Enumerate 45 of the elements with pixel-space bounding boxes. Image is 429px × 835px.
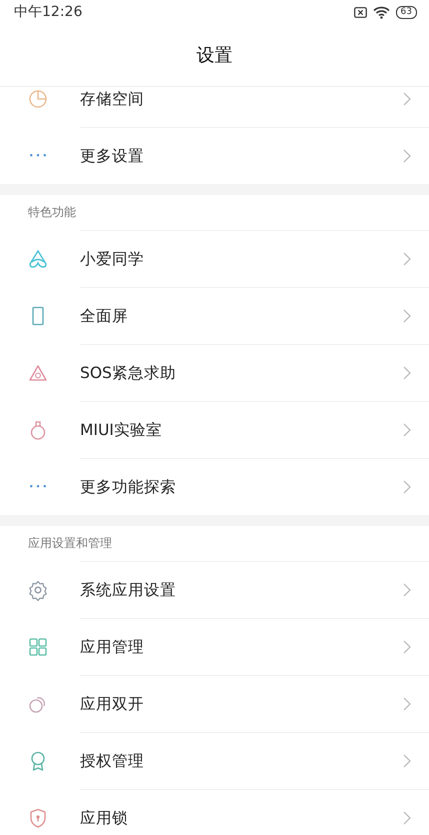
chevron-icon <box>403 640 411 654</box>
chevron-icon <box>403 697 411 711</box>
settings-row[interactable]: 应用管理 <box>0 618 429 675</box>
row-label: 系统应用设置 <box>80 582 176 598</box>
chevron-icon <box>403 366 411 380</box>
wifi-icon <box>372 6 390 18</box>
status-time: 中午12:26 <box>14 3 82 21</box>
chevron-icon <box>403 811 411 825</box>
settings-row[interactable]: 全面屏 <box>0 287 429 344</box>
chevron-icon <box>403 583 411 597</box>
settings-row[interactable]: 应用锁 <box>0 789 429 835</box>
row-label: MIUI实验室 <box>80 422 162 438</box>
page-title: 设置 <box>196 44 232 67</box>
row-label: 应用管理 <box>80 639 144 655</box>
row-label: SOS紧急求助 <box>80 365 176 381</box>
settings-row[interactable]: MIUI实验室 <box>0 401 429 458</box>
settings-row[interactable]: 小爱同学 <box>0 230 429 287</box>
chevron-icon <box>403 309 411 323</box>
chevron-icon <box>403 754 411 768</box>
more-icon <box>30 485 46 488</box>
chevron-icon <box>403 92 411 106</box>
section-header: 特色功能 <box>28 204 76 221</box>
settings-row[interactable]: SOS紧急求助 <box>0 344 429 401</box>
settings-icon <box>27 578 49 600</box>
chevron-icon <box>403 423 411 437</box>
settings-row[interactable]: 存储空间 <box>0 87 429 127</box>
chevron-icon <box>403 149 411 163</box>
row-label: 应用锁 <box>80 810 128 826</box>
row-label: 授权管理 <box>80 753 144 769</box>
row-label: 更多功能探索 <box>80 479 176 495</box>
row-label: 存储空间 <box>80 91 144 107</box>
no-sim-icon <box>354 6 367 18</box>
settings-row[interactable]: 授权管理 <box>0 732 429 789</box>
section-header: 应用设置和管理 <box>28 535 112 552</box>
row-label: 更多设置 <box>80 148 144 164</box>
settings-row[interactable]: 应用双开 <box>0 675 429 732</box>
row-label: 应用双开 <box>80 696 144 712</box>
row-label: 小爱同学 <box>80 251 144 267</box>
grid-icon <box>27 636 49 658</box>
more-icon <box>30 154 46 157</box>
chevron-icon <box>403 252 411 266</box>
chevron-icon <box>403 480 411 494</box>
settings-row[interactable]: 系统应用设置 <box>0 561 429 618</box>
row-label: 全面屏 <box>80 308 128 324</box>
battery-indicator: 63 <box>396 6 417 18</box>
